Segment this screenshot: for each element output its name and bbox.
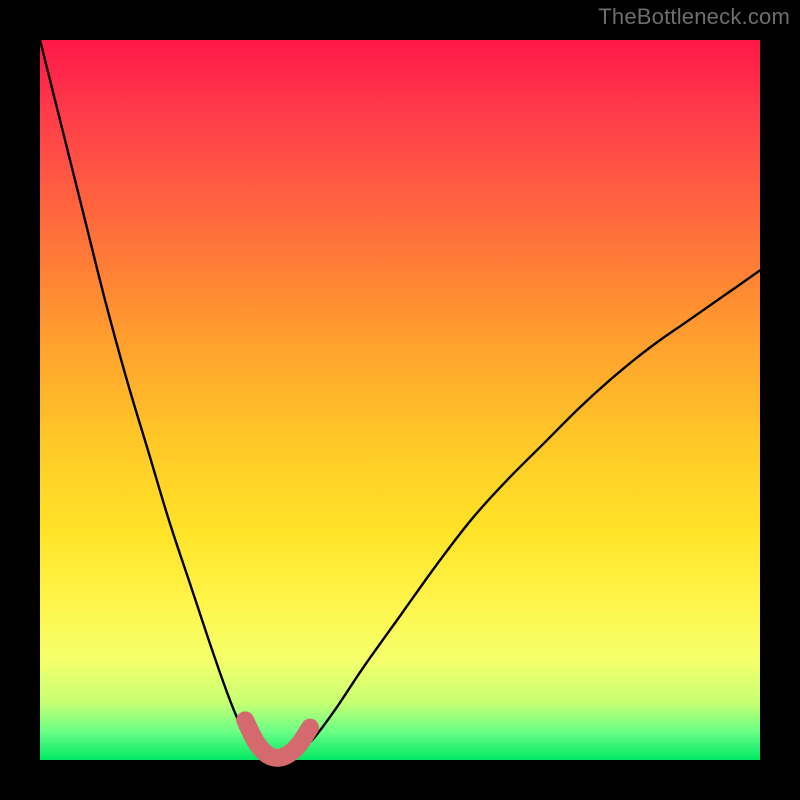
chart-container: TheBottleneck.com [0,0,800,800]
curve-layer [40,40,760,760]
bottleneck-curve [40,40,760,758]
highlight-band [245,720,310,757]
watermark-text: TheBottleneck.com [598,4,790,30]
